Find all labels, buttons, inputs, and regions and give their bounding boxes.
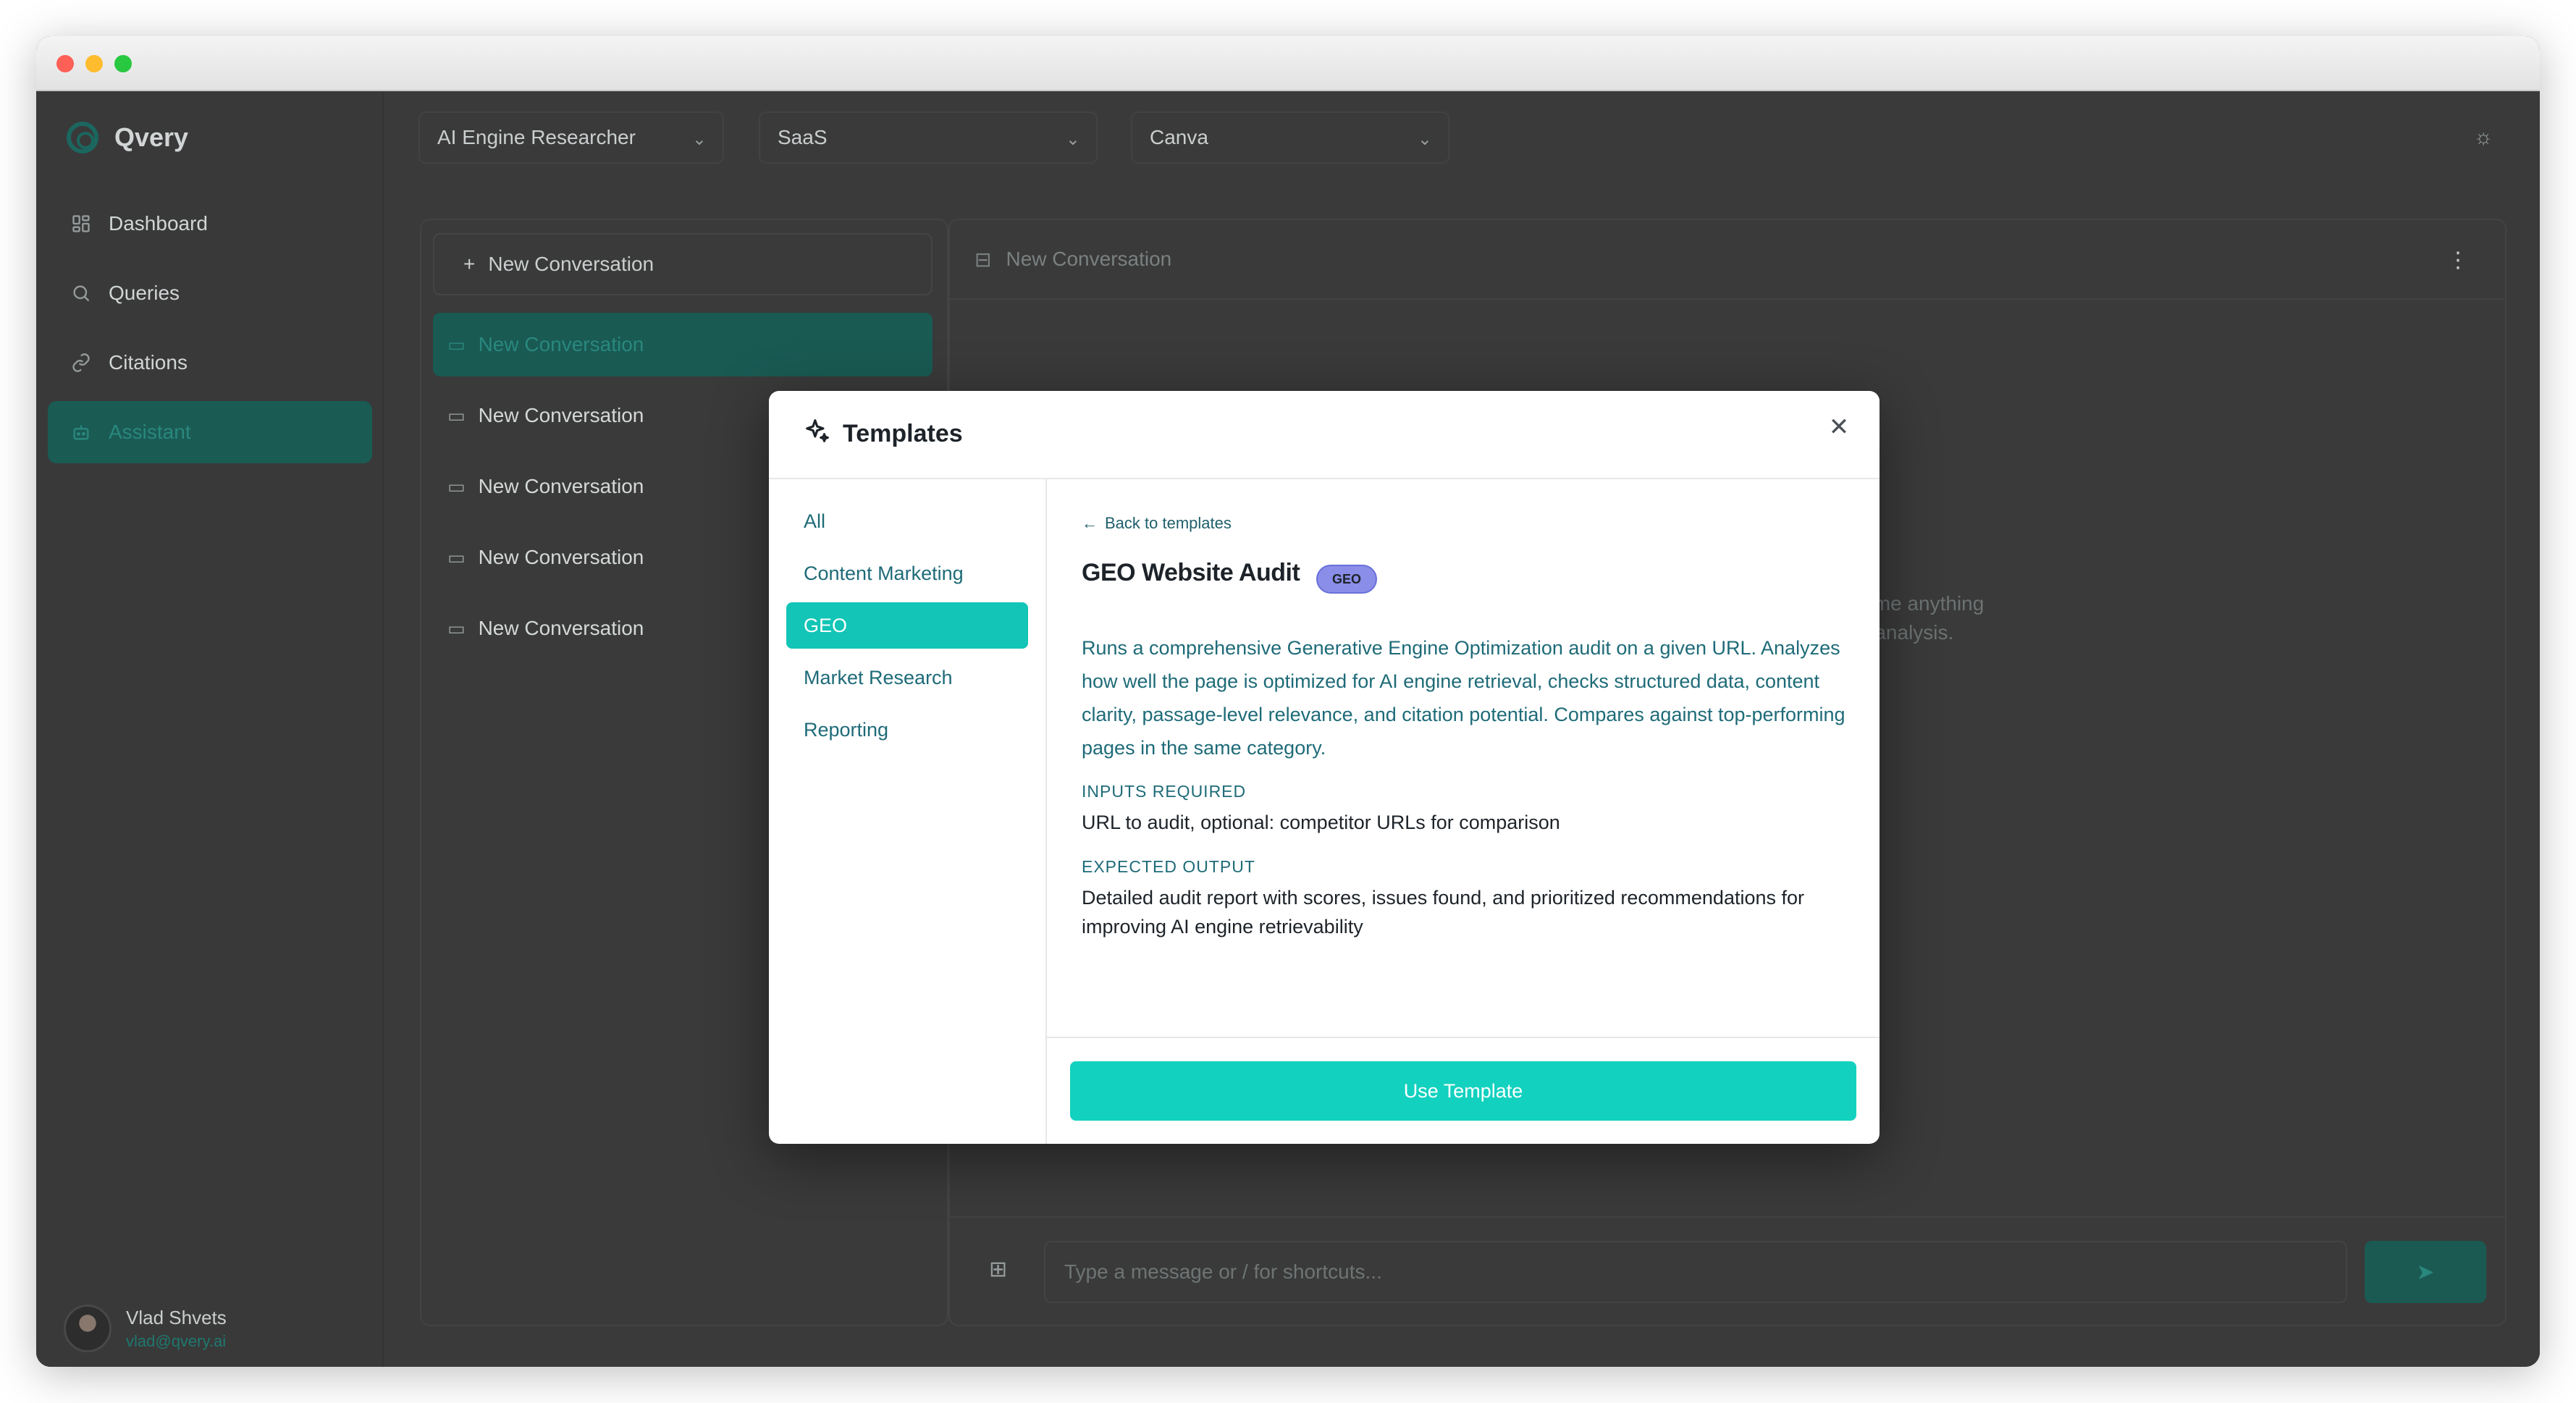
template-description: Runs a comprehensive Generative Engine O… [1082, 637, 1845, 759]
close-icon[interactable]: ✕ [1823, 411, 1855, 443]
category-reporting[interactable]: Reporting [786, 707, 1028, 753]
arrow-left-icon: ← [1082, 514, 1098, 532]
inputs-required-label: INPUTS REQUIRED [1082, 782, 1247, 801]
screenshot-stage: Qvery Dashboard Queries Citations Assist… [0, 0, 2576, 1403]
expected-output-value: Detailed audit report with scores, issue… [1082, 887, 1804, 938]
modal-header: Templates ✕ [769, 391, 1880, 479]
category-content-marketing[interactable]: Content Marketing [786, 550, 1028, 597]
minimize-window-button[interactable] [85, 55, 103, 72]
category-all[interactable]: All [786, 498, 1028, 544]
expected-output-label: EXPECTED OUTPUT [1082, 857, 1255, 876]
modal-footer: Use Template [1047, 1037, 1880, 1144]
template-title: GEO Website Audit [1082, 559, 1300, 586]
sparkles-icon [804, 417, 831, 451]
category-geo[interactable]: GEO [786, 602, 1028, 649]
template-detail: ← Back to templates GEO Website Audit GE… [1047, 479, 1880, 1144]
app-window: Qvery Dashboard Queries Citations Assist… [36, 36, 2540, 1367]
back-to-templates-link[interactable]: ← Back to templates [1082, 514, 1232, 533]
templates-modal: Templates ✕ All Content Marketing GEO Ma… [769, 391, 1880, 1144]
category-market-research[interactable]: Market Research [786, 654, 1028, 701]
modal-title: Templates [804, 417, 963, 451]
maximize-window-button[interactable] [114, 55, 132, 72]
template-categories: All Content Marketing GEO Market Researc… [769, 479, 1047, 1144]
back-link-label: Back to templates [1105, 514, 1232, 532]
window-titlebar [36, 36, 2540, 91]
inputs-required-value: URL to audit, optional: competitor URLs … [1082, 812, 1560, 833]
modal-title-text: Templates [843, 420, 963, 447]
use-template-button[interactable]: Use Template [1070, 1061, 1856, 1121]
template-category-badge: GEO [1316, 565, 1378, 594]
close-window-button[interactable] [56, 55, 74, 72]
